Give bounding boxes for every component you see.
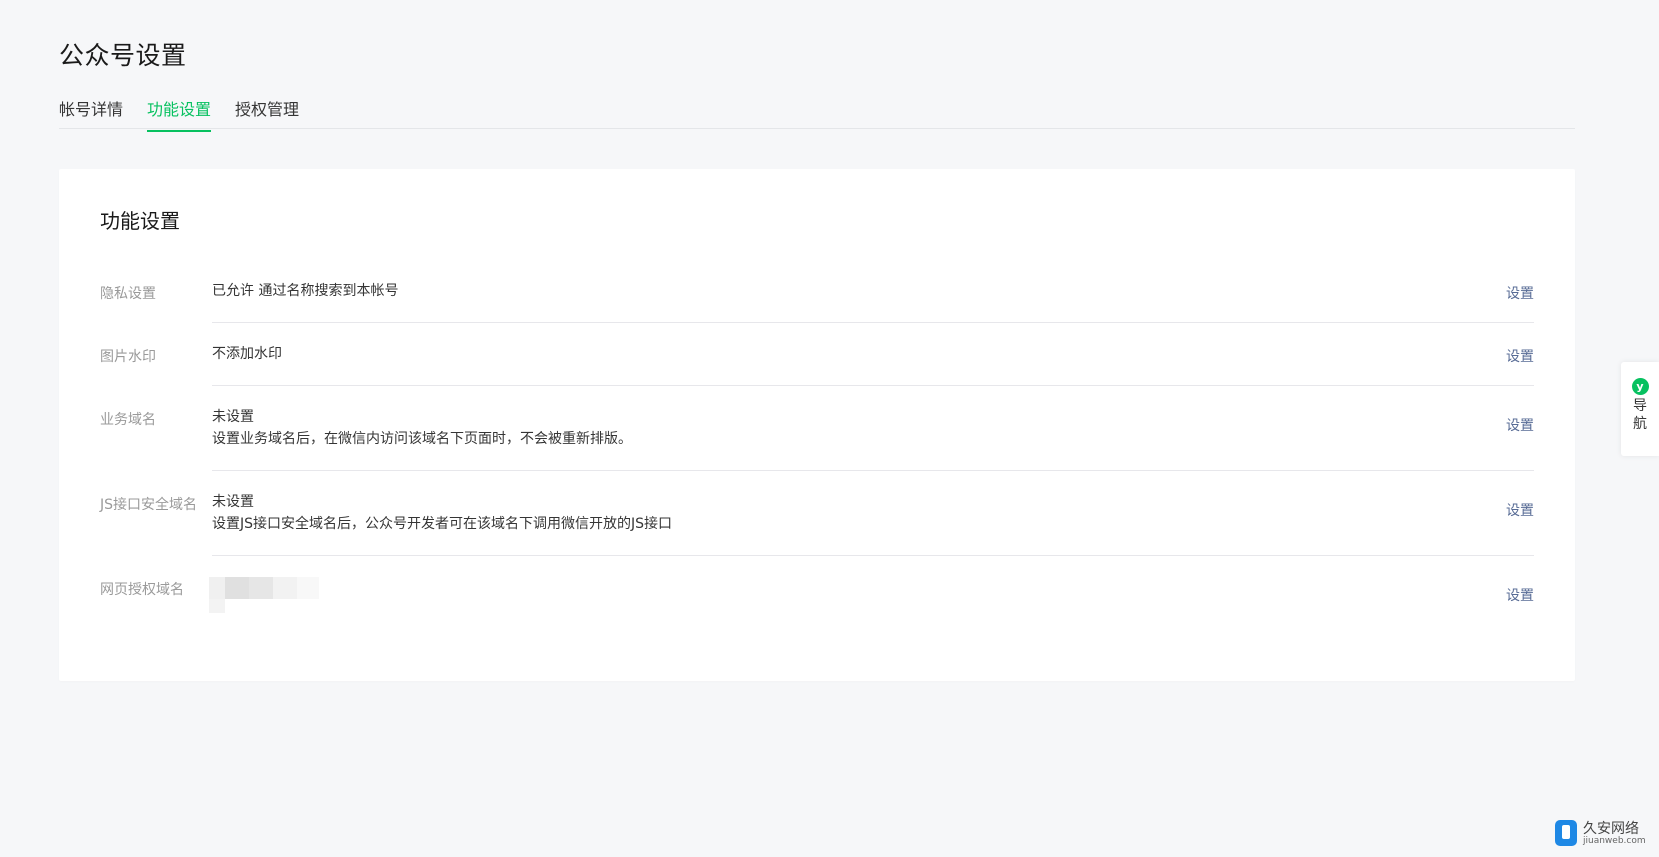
setting-label: 业务域名 [100,412,156,428]
watermark-logo-icon [1555,820,1577,846]
tab-authorization-management[interactable]: 授权管理 [235,96,299,120]
js-domain-settings-link[interactable]: 设置 [1506,500,1534,520]
setting-label: 图片水印 [100,349,156,365]
setting-value: 未设置 设置JS接口安全域名后，公众号开发者可在该域名下调用微信开放的JS接口 [212,491,672,535]
redacted-domain-value [209,577,329,617]
setting-value-text: 未设置 [212,409,254,425]
setting-label: 隐私设置 [100,286,156,302]
setting-description: 设置JS接口安全域名后，公众号开发者可在该域名下调用微信开放的JS接口 [212,516,673,532]
setting-value-text: 已允许 通过名称搜索到本帐号 [212,283,399,299]
settings-page: 公众号设置 帐号详情 功能设置 授权管理 功能设置 隐私设置 已允许 通过名称搜… [0,0,1659,857]
watermark-settings-link[interactable]: 设置 [1506,346,1534,366]
nav-badge-icon: y [1631,378,1649,395]
web-auth-domain-settings-link[interactable]: 设置 [1506,585,1534,605]
page-title: 公众号设置 [59,41,187,70]
setting-value: 不添加水印 [212,343,282,365]
feature-settings-card: 功能设置 隐私设置 已允许 通过名称搜索到本帐号 设置 图片水印 不添加水印 设… [59,169,1575,681]
setting-description: 设置业务域名后，在微信内访问该域名下页面时，不会被重新排版。 [212,431,632,447]
setting-value: 已允许 通过名称搜索到本帐号 [212,280,398,302]
row-divider [212,385,1534,386]
tab-feature-settings[interactable]: 功能设置 [147,96,212,132]
row-divider [212,470,1534,471]
watermark-name: 久安网络 [1583,821,1639,837]
setting-value: 未设置 设置业务域名后，在微信内访问该域名下页面时，不会被重新排版。 [212,406,632,450]
floating-nav-label: 导航 [1633,398,1647,432]
watermark-url: jiuanweb.com [1583,836,1646,846]
privacy-settings-link[interactable]: 设置 [1506,283,1534,303]
tab-account-details[interactable]: 帐号详情 [59,96,123,120]
setting-value-text: 未设置 [212,494,254,510]
row-divider [212,322,1534,323]
business-domain-settings-link[interactable]: 设置 [1506,415,1534,435]
row-divider [212,555,1534,556]
floating-nav-button[interactable]: y 导航 [1621,362,1659,456]
site-watermark: 久安网络 jiuanweb.com [1555,818,1655,850]
tab-bar: 帐号详情 功能设置 授权管理 [59,90,1575,132]
setting-value-text: 不添加水印 [212,346,282,362]
setting-label: JS接口安全域名 [100,497,198,513]
setting-label: 网页授权域名 [100,582,184,598]
card-title: 功能设置 [100,209,180,233]
